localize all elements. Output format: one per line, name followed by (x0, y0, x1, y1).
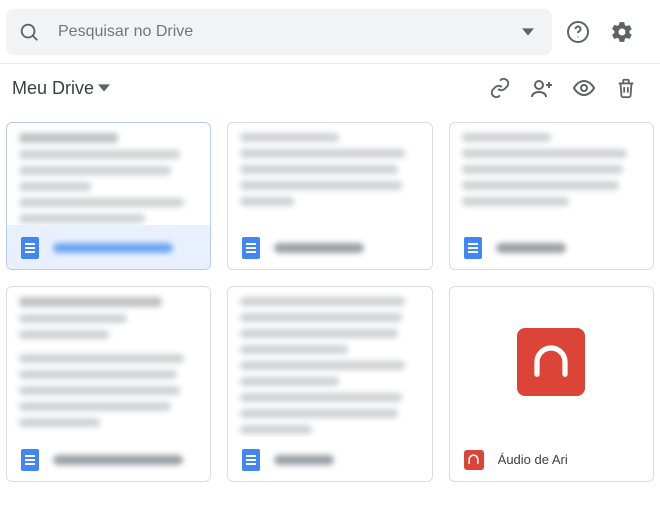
file-card[interactable] (6, 122, 211, 270)
file-preview (450, 287, 653, 437)
settings-icon[interactable] (600, 10, 644, 54)
top-bar (0, 0, 660, 64)
file-footer (228, 225, 431, 269)
location-title: Meu Drive (12, 78, 94, 99)
file-footer: Áudio de Ari (450, 437, 653, 481)
google-doc-icon (242, 237, 260, 259)
location-breadcrumb[interactable]: Meu Drive (6, 74, 116, 103)
file-preview (228, 123, 431, 225)
google-doc-icon (242, 449, 260, 471)
search-options-icon[interactable] (516, 20, 540, 44)
audio-icon (464, 450, 484, 470)
file-footer (7, 225, 210, 269)
file-card[interactable] (227, 122, 432, 270)
delete-button[interactable] (606, 68, 646, 108)
search-box[interactable] (6, 9, 552, 55)
google-doc-icon (21, 237, 39, 259)
audio-icon (517, 328, 585, 396)
file-title (274, 455, 334, 465)
file-title (496, 243, 566, 253)
file-title (53, 243, 173, 253)
toolbar: Meu Drive (0, 64, 660, 112)
chevron-down-icon (98, 82, 110, 94)
file-preview (7, 123, 210, 225)
help-icon[interactable] (556, 10, 600, 54)
file-card[interactable] (6, 286, 211, 482)
get-link-button[interactable] (480, 68, 520, 108)
search-icon (18, 21, 40, 43)
file-footer (228, 437, 431, 481)
share-button[interactable] (522, 68, 562, 108)
search-input[interactable] (40, 23, 516, 41)
file-preview (228, 287, 431, 437)
file-grid: Áudio de Ari (0, 112, 660, 482)
file-footer (450, 225, 653, 269)
preview-button[interactable] (564, 68, 604, 108)
google-doc-icon (464, 237, 482, 259)
file-card[interactable] (227, 286, 432, 482)
file-preview (450, 123, 653, 225)
file-title: Áudio de Ari (498, 452, 568, 467)
file-card[interactable] (449, 122, 654, 270)
file-preview (7, 287, 210, 437)
file-title (274, 243, 364, 253)
file-footer (7, 437, 210, 481)
google-doc-icon (21, 449, 39, 471)
file-card[interactable]: Áudio de Ari (449, 286, 654, 482)
file-title (53, 455, 183, 465)
